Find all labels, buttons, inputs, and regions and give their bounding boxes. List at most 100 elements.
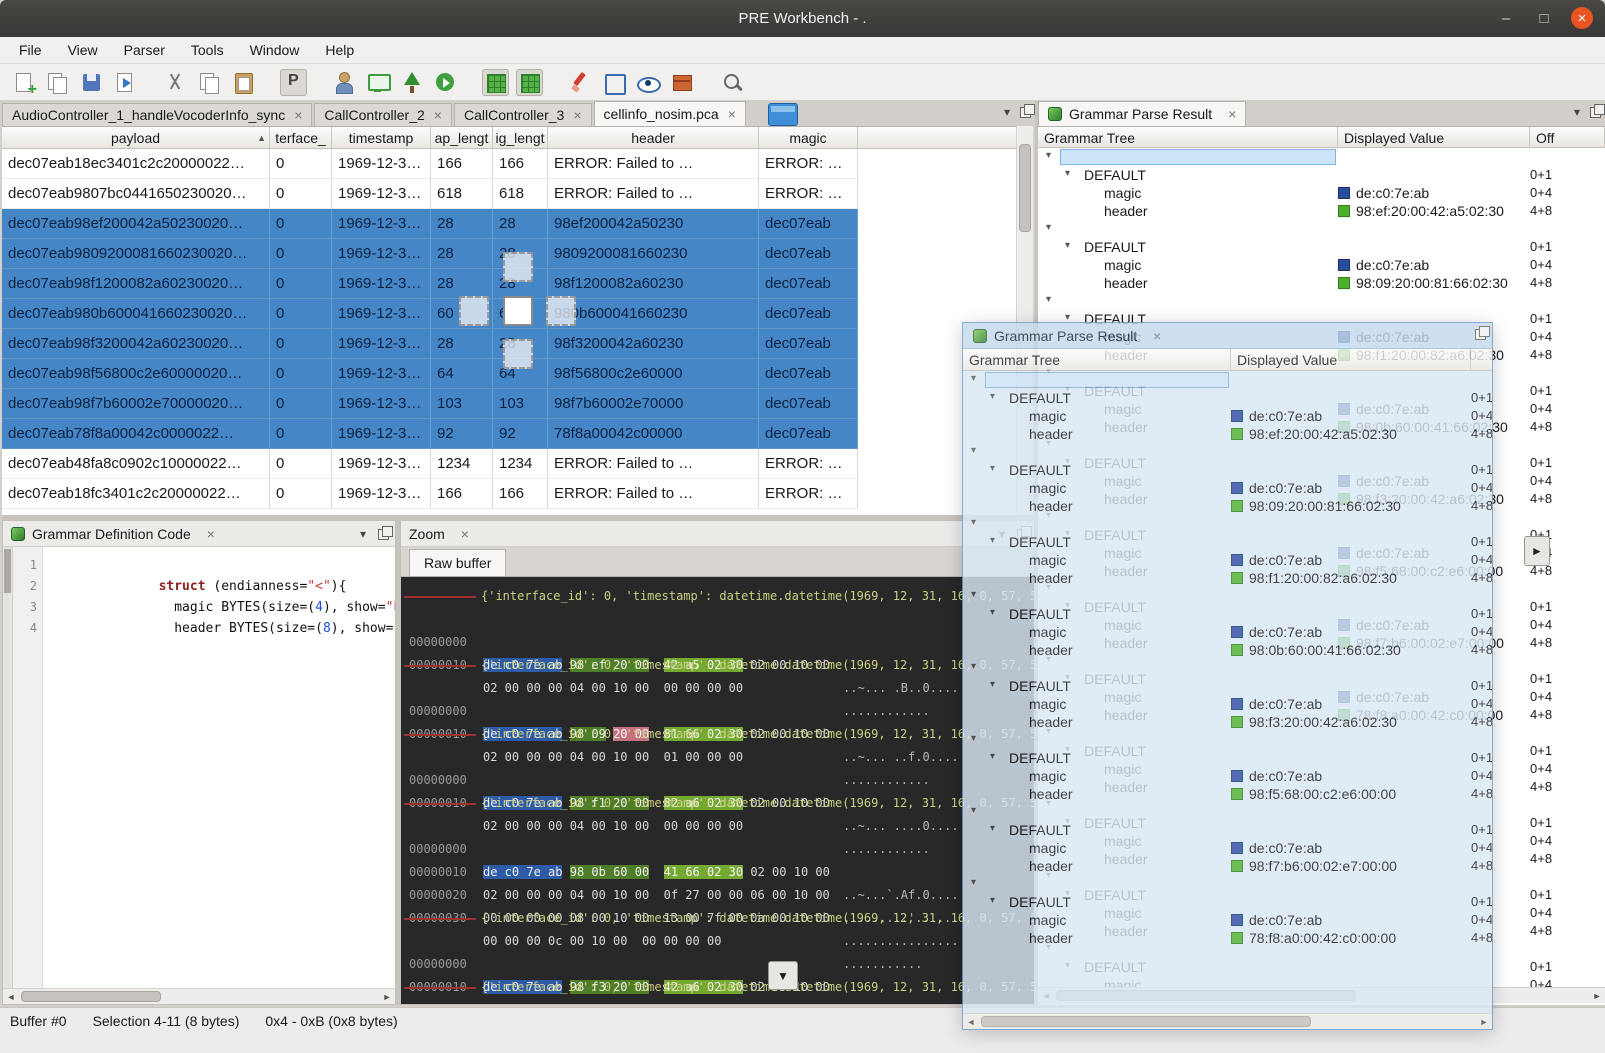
hex-line[interactable]: 00000000 de c0 7e ab 98 f5 68 00 c2 e6 0… <box>401 999 1034 1004</box>
cell-timestamp[interactable]: 1969-12-3… <box>332 209 431 239</box>
cell-payload[interactable]: dec07eab18fc3401c2c20000022… <box>2 479 270 509</box>
code-minimap[interactable] <box>3 547 13 988</box>
cell-payload[interactable]: dec07eab78f8a00042c0000022… <box>2 419 270 449</box>
menu-item[interactable]: Parser <box>111 38 178 62</box>
menu-item[interactable]: Window <box>237 38 313 62</box>
parse-root-row[interactable]: ▾ <box>963 443 1492 461</box>
parse-default-row[interactable]: ▾ DEFAULT 0+1 <box>963 461 1492 479</box>
chevron-down-icon[interactable]: ▾ <box>1046 222 1051 233</box>
dock-drop-top[interactable] <box>503 252 533 282</box>
cell-timestamp[interactable]: 1969-12-3… <box>332 269 431 299</box>
scroll-right-icon[interactable]: ► <box>379 990 395 1004</box>
column-interface[interactable]: terface_ <box>270 127 332 149</box>
chevron-down-icon[interactable]: ▾ <box>971 877 976 888</box>
scroll-right-icon[interactable]: ► <box>1589 989 1605 1003</box>
chevron-down-icon[interactable]: ▾ <box>990 535 995 546</box>
cell-interface[interactable]: 0 <box>270 419 332 449</box>
chevron-down-icon[interactable]: ▾ <box>990 463 995 474</box>
cell-orig-length[interactable]: 1234 <box>493 449 548 479</box>
document-tab[interactable]: CallController_3 × <box>454 103 592 126</box>
chevron-down-icon[interactable]: ▾ <box>1046 294 1051 305</box>
parse-header-row[interactable]: header 98:f7:b6:00:02:e7:00:00 4+8 <box>963 857 1492 875</box>
column-magic[interactable]: magic <box>759 127 858 149</box>
document-tab[interactable]: AudioController_1_handleVocoderInfo_sync… <box>2 103 312 126</box>
save-icon[interactable] <box>78 69 105 96</box>
cell-timestamp[interactable]: 1969-12-3… <box>332 449 431 479</box>
chevron-down-icon[interactable]: ▾ <box>990 679 995 690</box>
chevron-down-icon[interactable]: ▾ <box>971 445 976 456</box>
parse-header-row[interactable]: header 98:09:20:00:81:66:02:30 4+8 <box>1038 274 1605 292</box>
parse-root-row[interactable]: ▾ <box>963 371 1492 389</box>
cell-cap-length[interactable]: 166 <box>431 479 493 509</box>
parse-default-row[interactable]: ▾ DEFAULT 0+1 <box>963 389 1492 407</box>
titlebar[interactable]: PRE Workbench - . – □ × <box>0 0 1605 37</box>
cell-header[interactable]: ERROR: Failed to … <box>548 449 759 479</box>
chevron-down-icon[interactable]: ▾ <box>971 517 976 528</box>
chevron-down-icon[interactable]: ▾ <box>990 391 995 402</box>
column-offset[interactable]: Off <box>1530 127 1605 149</box>
parse-header-row[interactable]: header 98:ef:20:00:42:a5:02:30 4+8 <box>963 425 1492 443</box>
chevron-down-icon[interactable]: ▾ <box>971 805 976 816</box>
parse-magic-row[interactable]: magic de:c0:7e:ab 0+4 <box>1038 184 1605 202</box>
cell-magic[interactable]: ERROR: … <box>759 149 858 179</box>
cell-header[interactable]: 78f8a00042c00000 <box>548 419 759 449</box>
parse-magic-row[interactable]: magic de:c0:7e:ab 0+4 <box>963 407 1492 425</box>
floating-window-titlebar[interactable]: Grammar Parse Result × <box>963 323 1492 349</box>
hex-line[interactable]: 00000010 02 00 00 00 04 00 10 00 00 00 0… <box>401 769 1034 792</box>
parse-root-row[interactable]: ▾ <box>963 515 1492 533</box>
cell-interface[interactable]: 0 <box>270 149 332 179</box>
parse-tree-header[interactable]: Grammar Tree Displayed Value Off <box>1038 126 1605 148</box>
detach-panel-icon[interactable] <box>1020 107 1031 118</box>
parse-magic-row[interactable]: magic de:c0:7e:ab 0+4 <box>963 479 1492 497</box>
parse-default-row[interactable]: ▾ DEFAULT 0+1 <box>963 749 1492 767</box>
tab-list-button[interactable]: ▾ <box>1574 105 1580 119</box>
cell-orig-length[interactable]: 166 <box>493 149 548 179</box>
menu-item[interactable]: View <box>55 38 111 62</box>
cell-header[interactable]: 9809200081660230 <box>548 239 759 269</box>
parse-default-row[interactable]: ▾ DEFAULT 0+1 <box>1038 166 1605 184</box>
table-row[interactable]: dec07eab9807bc0441650230020… 0 1969-12-3… <box>2 179 1016 209</box>
parse-root-row[interactable]: ▾ <box>963 803 1492 821</box>
chevron-down-icon[interactable]: ▾ <box>1046 150 1051 161</box>
parse-magic-row[interactable]: magic de:c0:7e:ab 0+4 <box>1038 256 1605 274</box>
minimap-thumb[interactable] <box>4 549 11 593</box>
chevron-down-icon[interactable]: ▾ <box>990 607 995 618</box>
tab-grammar-parse-result[interactable]: Grammar Parse Result × <box>1038 101 1246 126</box>
cell-header[interactable]: ERROR: Failed to … <box>548 149 759 179</box>
parse-root-row[interactable]: ▾ <box>963 731 1492 749</box>
cell-header[interactable]: ERROR: Failed to … <box>548 479 759 509</box>
cell-payload[interactable]: dec07eab98ef200042a50230020… <box>2 209 270 239</box>
parse-default-row[interactable]: ▾ DEFAULT 0+1 <box>963 533 1492 551</box>
cell-interface[interactable]: 0 <box>270 179 332 209</box>
parse-default-row[interactable]: ▾ DEFAULT 0+1 <box>963 605 1492 623</box>
cell-payload[interactable]: dec07eab9807bc0441650230020… <box>2 179 270 209</box>
parse-root-row[interactable]: ▾ <box>1038 220 1605 238</box>
close-tab-icon[interactable]: × <box>573 107 581 123</box>
cell-header[interactable]: 98f1200082a60230 <box>548 269 759 299</box>
cell-header[interactable]: ERROR: Failed to … <box>548 179 759 209</box>
cell-timestamp[interactable]: 1969-12-3… <box>332 359 431 389</box>
column-timestamp[interactable]: timestamp <box>332 127 431 149</box>
cell-payload[interactable]: dec07eab98f3200042a60230020… <box>2 329 270 359</box>
chevron-down-icon[interactable]: ▾ <box>971 373 976 384</box>
cell-orig-length[interactable]: 28 <box>493 209 548 239</box>
cell-magic[interactable]: dec07eab <box>759 239 858 269</box>
parse-root-row[interactable]: ▾ <box>1038 148 1605 166</box>
tab-raw-buffer[interactable]: Raw buffer <box>409 549 506 576</box>
parse-icon[interactable] <box>280 69 307 96</box>
close-window-icon[interactable]: × <box>1153 328 1161 344</box>
cell-header[interactable]: 98f3200042a60230 <box>548 329 759 359</box>
column-grammar-tree[interactable]: Grammar Tree <box>963 349 1231 371</box>
hex-line[interactable]: 00000010 02 00 00 00 04 00 10 00 00 00 0… <box>401 953 1034 976</box>
parse-default-row[interactable]: ▾ DEFAULT 0+1 <box>1038 238 1605 256</box>
chevron-down-icon[interactable]: ▾ <box>971 589 976 600</box>
scroll-left-icon[interactable]: ◄ <box>963 1015 979 1029</box>
parse-magic-row[interactable]: magic de:c0:7e:ab 0+4 <box>963 767 1492 785</box>
cell-header[interactable]: 98ef200042a50230 <box>548 209 759 239</box>
parse-header-row[interactable]: header 98:ef:20:00:42:a5:02:30 4+8 <box>1038 202 1605 220</box>
cell-interface[interactable]: 0 <box>270 479 332 509</box>
column-displayed-value[interactable]: Displayed Value <box>1338 127 1530 149</box>
hex-line[interactable]: 00000000 de c0 7e ab 98 09 20 00 81 66 0… <box>401 677 1034 700</box>
chevron-down-icon[interactable]: ▾ <box>1065 168 1070 179</box>
cell-magic[interactable]: dec07eab <box>759 419 858 449</box>
